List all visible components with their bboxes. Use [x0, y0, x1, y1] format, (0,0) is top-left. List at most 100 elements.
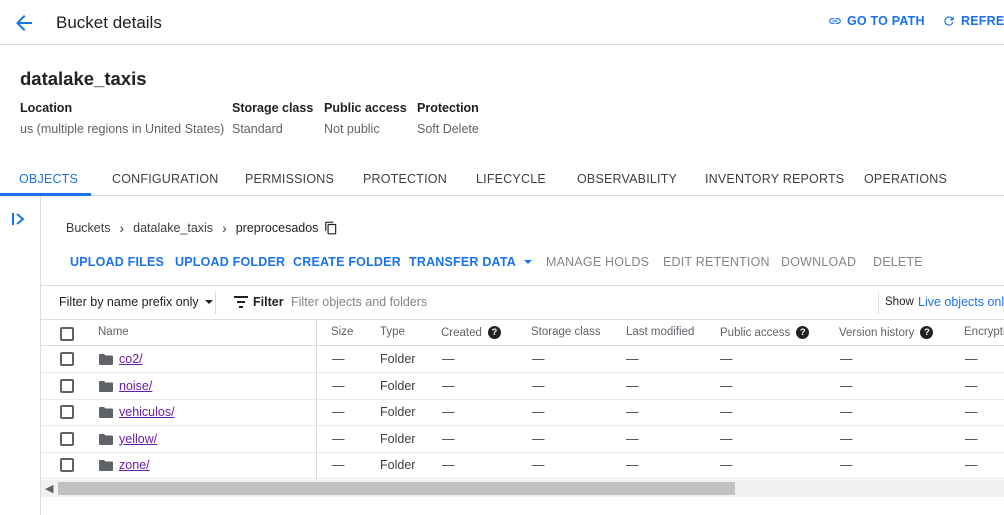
show-live-objects-dropdown[interactable]: Live objects only — [918, 295, 1004, 309]
prefix-filter-dropdown[interactable]: Filter by name prefix only — [59, 295, 213, 309]
cell-public-access: — — [720, 431, 733, 446]
refresh-button[interactable]: REFRESH — [942, 14, 1004, 28]
folder-icon — [99, 380, 113, 392]
table-row[interactable]: vehiculos/ — Folder — — — — — — — [41, 399, 1004, 426]
cell-last-modified: — — [626, 458, 639, 472]
row-checkbox[interactable] — [60, 458, 74, 472]
edit-retention-button[interactable]: EDIT RETENTION — [663, 255, 770, 269]
download-button[interactable]: DOWNLOAD — [781, 255, 856, 269]
folder-icon — [99, 460, 113, 471]
divider — [878, 292, 879, 314]
create-folder-button[interactable]: CREATE FOLDER — [293, 255, 401, 269]
cell-encryption: — — [965, 458, 978, 472]
cell-size: — — [332, 352, 345, 366]
tab-observability[interactable]: OBSERVABILITY — [577, 172, 677, 186]
column-created[interactable]: Created ? — [441, 326, 501, 339]
folder-link[interactable]: yellow/ — [119, 432, 157, 446]
folder-link[interactable]: co2/ — [119, 352, 143, 366]
column-encryption[interactable]: Encryption — [964, 326, 1004, 338]
column-storage-class[interactable]: Storage class — [531, 326, 601, 338]
breadcrumb-bucket[interactable]: datalake_taxis — [133, 221, 213, 235]
cell-created: — — [442, 458, 455, 472]
scrollbar-thumb[interactable] — [58, 482, 735, 495]
refresh-icon — [944, 16, 954, 26]
table-row[interactable]: yellow/ — Folder — — — — — — — [41, 426, 1004, 453]
select-all-checkbox[interactable] — [60, 327, 74, 341]
cell-version-history: — — [840, 352, 853, 366]
cell-encryption: — — [965, 378, 978, 393]
tab-lifecycle[interactable]: LIFECYCLE — [476, 172, 546, 186]
dropdown-arrow-icon — [524, 260, 532, 264]
scroll-left-icon[interactable]: ◀ — [45, 482, 53, 495]
column-type[interactable]: Type — [380, 326, 405, 338]
tab-objects[interactable]: OBJECTS — [19, 172, 78, 186]
copy-icon[interactable] — [324, 221, 338, 235]
table-row[interactable]: zone/ — Folder — — — — — — — [41, 452, 1004, 479]
upload-files-button[interactable]: UPLOAD FILES — [70, 255, 164, 269]
show-label: Show — [885, 296, 914, 308]
column-name[interactable]: Name — [98, 326, 129, 338]
cell-created: — — [442, 352, 455, 366]
cell-size: — — [332, 431, 345, 446]
tab-permissions[interactable]: PERMISSIONS — [245, 172, 334, 186]
prefix-filter-label: Filter by name prefix only — [59, 295, 199, 309]
column-public-access[interactable]: Public access ? — [720, 326, 810, 339]
cell-type: Folder — [380, 352, 416, 366]
expand-panel-icon[interactable] — [10, 210, 28, 228]
help-icon[interactable]: ? — [796, 326, 810, 339]
cell-type: Folder — [380, 431, 416, 446]
column-size[interactable]: Size — [331, 326, 353, 338]
row-checkbox[interactable] — [60, 378, 74, 393]
divider — [215, 292, 216, 314]
folder-link[interactable]: vehiculos/ — [119, 405, 175, 419]
tab-operations[interactable]: OPERATIONS — [864, 172, 947, 186]
table-row[interactable]: co2/ — Folder — — — — — — — [41, 346, 1004, 373]
top-bar: Bucket details GO TO PATH REFRESH — [0, 0, 1004, 45]
cell-encryption: — — [965, 352, 978, 366]
location-value: us (multiple regions in United States) — [20, 122, 225, 136]
horizontal-scrollbar[interactable]: ◀ — [41, 480, 1004, 497]
cell-version-history: — — [840, 378, 853, 393]
dropdown-arrow-icon — [204, 300, 213, 304]
cell-encryption: — — [965, 431, 978, 446]
row-checkbox[interactable] — [60, 352, 74, 366]
column-last-modified[interactable]: Last modified — [626, 326, 694, 338]
cell-size: — — [332, 458, 345, 472]
breadcrumb: Buckets › datalake_taxis › preprocesados — [66, 221, 338, 235]
filter-label: Filter — [253, 295, 284, 309]
delete-button[interactable]: DELETE — [873, 255, 923, 269]
filter-icon — [234, 296, 248, 308]
cell-type: Folder — [380, 378, 416, 393]
folder-link[interactable]: zone/ — [119, 458, 150, 472]
row-checkbox[interactable] — [60, 405, 74, 419]
upload-folder-button[interactable]: UPLOAD FOLDER — [175, 255, 285, 269]
column-version-history[interactable]: Version history ? — [839, 326, 934, 339]
tab-inventory-reports[interactable]: INVENTORY REPORTS — [705, 172, 844, 186]
protection-value: Soft Delete — [417, 122, 479, 136]
transfer-data-button[interactable]: TRANSFER DATA — [409, 255, 532, 269]
column-created-label: Created — [441, 326, 482, 339]
table-header: Name Size Type Created ? Storage class L… — [41, 320, 1004, 346]
cell-type: Folder — [380, 458, 416, 472]
refresh-label: REFRESH — [961, 14, 1004, 28]
row-checkbox[interactable] — [60, 431, 74, 446]
breadcrumb-buckets[interactable]: Buckets — [66, 221, 110, 235]
tab-configuration[interactable]: CONFIGURATION — [112, 172, 219, 186]
cell-public-access: — — [720, 352, 733, 366]
table-row[interactable]: noise/ — Folder — — — — — — — [41, 373, 1004, 400]
arrow-back-icon[interactable] — [12, 11, 36, 35]
help-icon[interactable]: ? — [487, 326, 501, 339]
cell-version-history: — — [840, 405, 853, 419]
cell-last-modified: — — [626, 431, 639, 446]
cell-created: — — [442, 431, 455, 446]
manage-holds-button[interactable]: MANAGE HOLDS — [546, 255, 649, 269]
tab-protection[interactable]: PROTECTION — [363, 172, 447, 186]
folder-link[interactable]: noise/ — [119, 379, 152, 393]
cell-storage-class: — — [532, 405, 545, 419]
column-divider — [316, 320, 317, 480]
go-to-path-button[interactable]: GO TO PATH — [828, 14, 925, 28]
folder-icon — [99, 407, 113, 418]
help-icon[interactable]: ? — [920, 326, 934, 339]
cell-public-access: — — [720, 405, 733, 419]
filter-input[interactable] — [291, 292, 651, 312]
